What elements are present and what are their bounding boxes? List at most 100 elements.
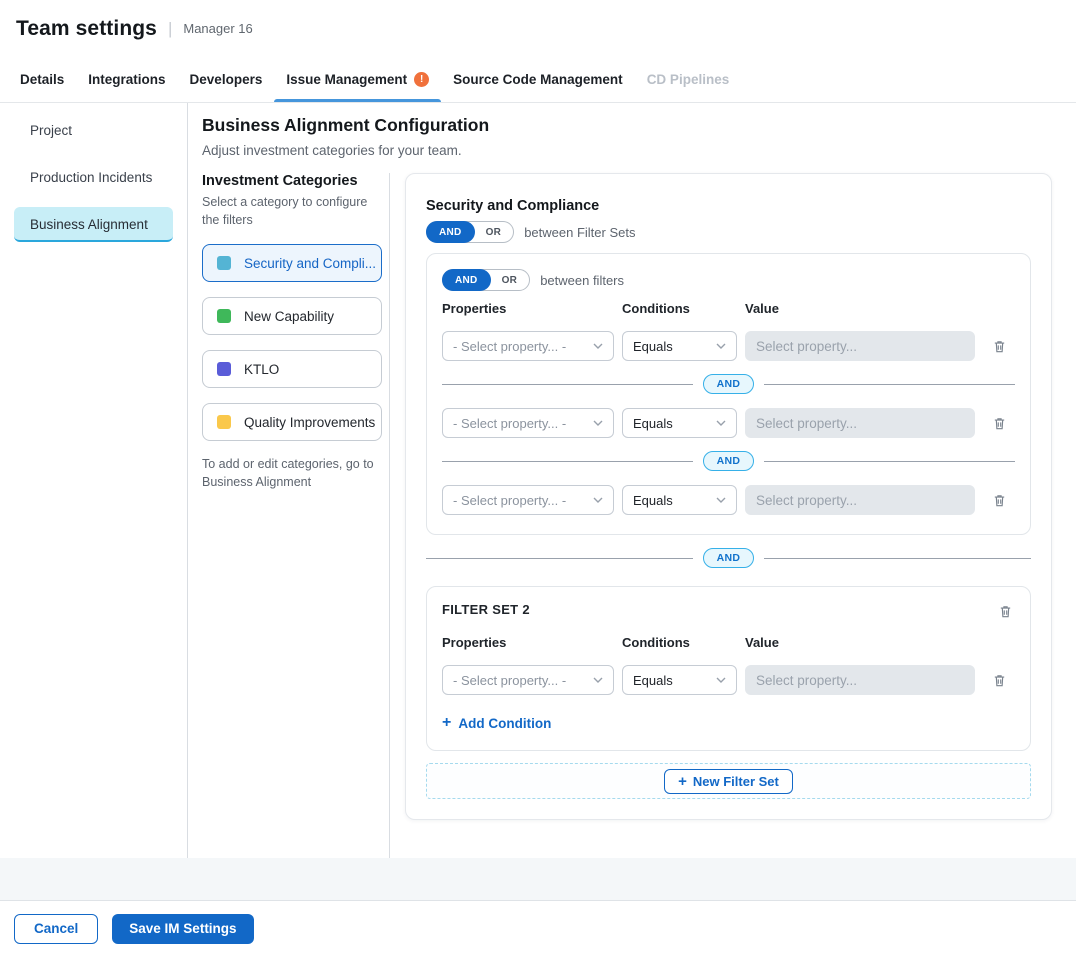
- chevron-down-icon: [593, 497, 603, 503]
- delete-filter-button[interactable]: [990, 671, 1009, 690]
- and-connector: AND: [442, 451, 1015, 471]
- column-header-properties: Properties: [442, 301, 614, 316]
- new-filter-set-button[interactable]: + New Filter Set: [664, 769, 793, 794]
- chevron-down-icon: [593, 420, 603, 426]
- column-header-conditions: Conditions: [622, 635, 737, 650]
- investment-categories-panel: Investment Categories Select a category …: [202, 173, 390, 858]
- property-select-value: - Select property... -: [453, 416, 566, 431]
- property-select[interactable]: - Select property... -: [442, 665, 614, 695]
- delete-filter-button[interactable]: [990, 491, 1009, 510]
- condition-select[interactable]: Equals: [622, 485, 737, 515]
- categories-hint: Select a category to configure the filte…: [202, 194, 382, 229]
- trash-icon: [992, 416, 1007, 431]
- add-condition-button[interactable]: + Add Condition: [442, 715, 551, 731]
- category-color-swatch: [217, 256, 231, 270]
- operator-and-option[interactable]: AND: [426, 221, 475, 243]
- condition-select[interactable]: Equals: [622, 331, 737, 361]
- between-filter-sets-label: between Filter Sets: [524, 225, 635, 240]
- sidebar-item-project[interactable]: Project: [14, 113, 173, 148]
- tab-issue-management[interactable]: Issue Management !: [274, 57, 441, 102]
- connector-line: [764, 461, 1015, 462]
- category-button-quality-improvements[interactable]: Quality Improvements: [202, 403, 382, 441]
- chevron-down-icon: [716, 677, 726, 683]
- value-input: [745, 331, 975, 361]
- value-input: [745, 665, 975, 695]
- trash-icon: [992, 493, 1007, 508]
- tab-cd-pipelines-label: CD Pipelines: [647, 72, 730, 87]
- category-button-new-capability[interactable]: New Capability: [202, 297, 382, 335]
- tab-developers-label: Developers: [190, 72, 263, 87]
- filter-row: - Select property... - Equals: [442, 331, 1015, 361]
- column-header-value: Value: [745, 635, 975, 650]
- title-divider: |: [168, 19, 172, 39]
- category-label: KTLO: [244, 362, 279, 377]
- section-subtitle: Adjust investment categories for your te…: [202, 143, 1052, 158]
- category-color-swatch: [217, 309, 231, 323]
- property-select[interactable]: - Select property... -: [442, 331, 614, 361]
- operator-and-option[interactable]: AND: [442, 269, 491, 291]
- and-between-sets-connector: AND: [426, 548, 1031, 568]
- tab-source-code-management[interactable]: Source Code Management: [441, 57, 635, 102]
- category-label: Quality Improvements: [244, 415, 375, 430]
- filter-config-area: Security and Compliance AND OR between F…: [390, 173, 1052, 858]
- between-filters-label: between filters: [540, 273, 624, 288]
- categories-title: Investment Categories: [202, 173, 382, 189]
- connector-line: [426, 558, 693, 559]
- categories-footnote: To add or edit categories, go to Busines…: [202, 455, 382, 491]
- page-header: Team settings | Manager 16: [0, 0, 1076, 57]
- add-condition-label: Add Condition: [458, 716, 551, 731]
- chevron-down-icon: [716, 420, 726, 426]
- and-connector-pill: AND: [703, 374, 755, 394]
- condition-select-value: Equals: [633, 673, 673, 688]
- column-header-value: Value: [745, 301, 975, 316]
- selected-category-title: Security and Compliance: [426, 198, 1031, 214]
- value-input: [745, 485, 975, 515]
- filter-set-1: AND OR between filters Properties Condit…: [426, 253, 1031, 535]
- property-select[interactable]: - Select property... -: [442, 408, 614, 438]
- tab-source-code-management-label: Source Code Management: [453, 72, 623, 87]
- tab-integrations[interactable]: Integrations: [76, 57, 177, 102]
- page-title: Team settings: [16, 17, 157, 41]
- trash-icon: [992, 339, 1007, 354]
- sidebar-item-production-incidents[interactable]: Production Incidents: [14, 160, 173, 195]
- delete-filter-button[interactable]: [990, 337, 1009, 356]
- footer-action-bar: Cancel Save IM Settings: [0, 900, 1076, 956]
- operator-or-option[interactable]: OR: [474, 227, 514, 238]
- connector-line: [764, 384, 1015, 385]
- property-select-value: - Select property... -: [453, 493, 566, 508]
- property-select[interactable]: - Select property... -: [442, 485, 614, 515]
- chevron-down-icon: [593, 677, 603, 683]
- category-label: New Capability: [244, 309, 334, 324]
- operator-or-option[interactable]: OR: [490, 275, 530, 286]
- filter-set-2-title: FILTER SET 2: [442, 602, 530, 617]
- sidebar-item-business-alignment[interactable]: Business Alignment: [14, 207, 173, 242]
- tab-issue-management-label: Issue Management: [286, 72, 407, 87]
- warning-badge-icon: !: [414, 72, 429, 87]
- new-filter-set-zone: + New Filter Set: [426, 763, 1031, 799]
- delete-filter-button[interactable]: [990, 414, 1009, 433]
- category-button-security-and-compliance[interactable]: Security and Compli...: [202, 244, 382, 282]
- cancel-button[interactable]: Cancel: [14, 914, 98, 944]
- save-im-settings-button[interactable]: Save IM Settings: [112, 914, 253, 944]
- content-area: Project Production Incidents Business Al…: [0, 103, 1076, 858]
- condition-select[interactable]: Equals: [622, 408, 737, 438]
- tab-details-label: Details: [20, 72, 64, 87]
- and-connector: AND: [442, 374, 1015, 394]
- connector-line: [764, 558, 1031, 559]
- delete-filter-set-button[interactable]: [996, 602, 1015, 621]
- category-button-ktlo[interactable]: KTLO: [202, 350, 382, 388]
- tab-integrations-label: Integrations: [88, 72, 165, 87]
- main-section: Business Alignment Configuration Adjust …: [188, 103, 1076, 858]
- category-label: Security and Compli...: [244, 256, 376, 271]
- tab-developers[interactable]: Developers: [178, 57, 275, 102]
- tab-details[interactable]: Details: [8, 57, 76, 102]
- plus-icon: +: [442, 715, 451, 731]
- condition-select-value: Equals: [633, 493, 673, 508]
- condition-select[interactable]: Equals: [622, 665, 737, 695]
- tab-cd-pipelines: CD Pipelines: [635, 57, 742, 102]
- chevron-down-icon: [593, 343, 603, 349]
- between-filter-sets-operator-toggle[interactable]: AND OR: [426, 221, 514, 243]
- between-filters-operator-toggle[interactable]: AND OR: [442, 269, 530, 291]
- trash-icon: [998, 604, 1013, 619]
- and-connector-pill: AND: [703, 548, 755, 568]
